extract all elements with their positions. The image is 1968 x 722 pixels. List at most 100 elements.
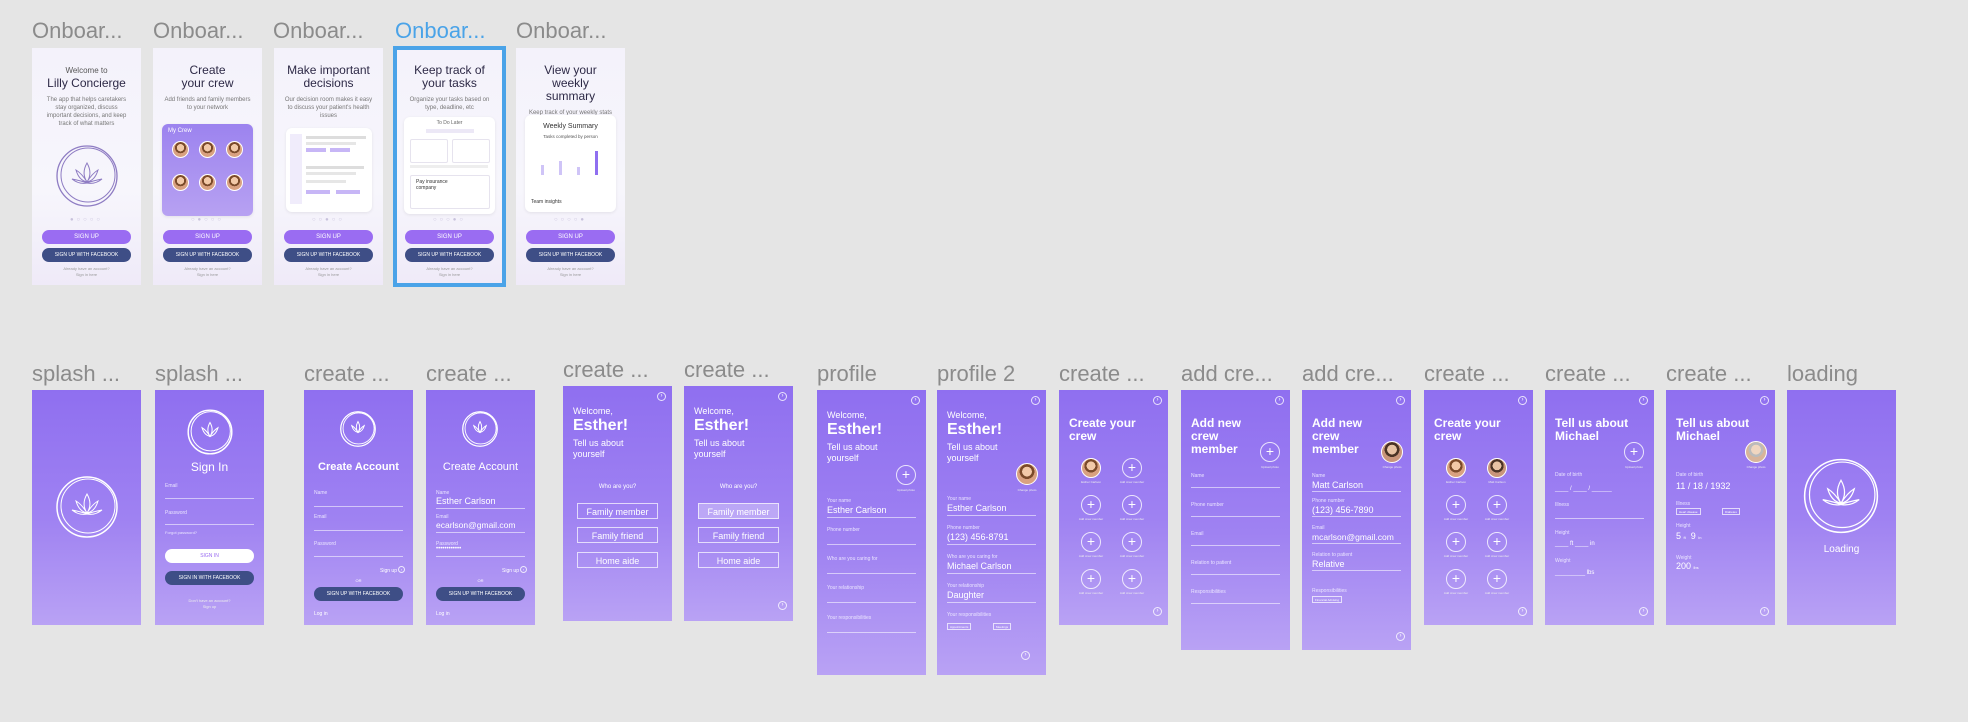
dob-field[interactable]: 11 / 18 / 1932: [1676, 481, 1730, 491]
patient-info-frame-2[interactable]: › Tell us about Michael Change photo Dat…: [1666, 390, 1775, 625]
caring-for-field[interactable]: [827, 573, 916, 574]
phone-field[interactable]: [827, 544, 916, 545]
add-crew-member-button[interactable]: +: [1122, 495, 1142, 515]
illness-chip[interactable]: Diabetes: [1722, 508, 1740, 515]
your-name-field[interactable]: Esther Carlson: [827, 505, 887, 515]
email-field[interactable]: [1191, 545, 1280, 546]
upload-photo-button[interactable]: +: [1260, 442, 1280, 462]
responsibility-chip[interactable]: Appointments: [947, 623, 972, 630]
signup-small-link[interactable]: Sign up: [502, 568, 519, 574]
add-crew-member-button[interactable]: +: [1081, 495, 1101, 515]
sign-in-link[interactable]: Sign in here: [516, 272, 625, 278]
your-name-field[interactable]: Esther Carlson: [947, 503, 1007, 513]
facebook-signup-button[interactable]: SIGN UP WITH FACEBOOK: [314, 587, 403, 601]
password-field[interactable]: [314, 556, 403, 557]
add-crew-member-button[interactable]: +: [1081, 532, 1101, 552]
password-field[interactable]: ••••••••••••: [436, 546, 461, 552]
frame-label-create-welcome-1[interactable]: create ...: [563, 357, 649, 383]
next-arrow-icon[interactable]: ›: [1275, 396, 1284, 405]
welcome-frame-2[interactable]: › Welcome, Esther! Tell us about yoursel…: [684, 386, 793, 621]
create-account-frame-2[interactable]: Create Account Name Esther Carlson Email…: [426, 390, 535, 625]
create-crew-frame-1[interactable]: › Create your crew Esther Carlson + Add …: [1059, 390, 1168, 625]
add-crew-member-button[interactable]: +: [1446, 569, 1466, 589]
onboarding-frame-1[interactable]: Welcome to Lilly Concierge The app that …: [32, 48, 141, 285]
name-field[interactable]: Matt Carlson: [1312, 480, 1363, 490]
signup-button[interactable]: SIGN UP: [42, 230, 131, 244]
frame-label-create-welcome-2[interactable]: create ...: [684, 357, 770, 383]
responsibilities-field[interactable]: [1191, 603, 1280, 604]
next-arrow-icon[interactable]: ›: [1639, 396, 1648, 405]
profile-photo[interactable]: [1016, 463, 1038, 485]
illness-field[interactable]: [1555, 518, 1644, 519]
name-field[interactable]: [314, 506, 403, 507]
facebook-signup-button[interactable]: SIGN UP WITH FACEBOOK: [284, 248, 373, 262]
add-crew-member-button[interactable]: +: [1446, 495, 1466, 515]
add-crew-frame-1[interactable]: › Add new crew member + Upload photo Nam…: [1181, 390, 1290, 650]
responsibility-chip[interactable]: Meetings: [993, 623, 1012, 630]
phone-field[interactable]: [1191, 516, 1280, 517]
frame-label-onboarding-1[interactable]: Onboar...: [32, 18, 123, 44]
frame-label-profile-2[interactable]: profile 2: [937, 361, 1015, 387]
relation-field[interactable]: [1191, 574, 1280, 575]
facebook-signup-button[interactable]: SIGN UP WITH FACEBOOK: [436, 587, 525, 601]
change-photo-label[interactable]: Change photo: [1377, 465, 1407, 469]
splash-frame-2[interactable]: Sign In Email Password Forgot password? …: [155, 390, 264, 625]
family-friend-option[interactable]: Family friend: [698, 527, 779, 543]
next-arrow-icon[interactable]: ›: [1396, 396, 1405, 405]
family-friend-option[interactable]: Family friend: [577, 527, 658, 543]
relationship-field[interactable]: Daughter: [947, 590, 984, 600]
signup-button[interactable]: SIGN UP: [163, 230, 252, 244]
facebook-signup-button[interactable]: SIGN UP WITH FACEBOOK: [526, 248, 615, 262]
add-crew-member-button[interactable]: +: [1081, 569, 1101, 589]
signup-button[interactable]: SIGN UP: [284, 230, 373, 244]
phone-field[interactable]: (123) 456-7890: [1312, 505, 1374, 515]
onboarding-frame-3[interactable]: Make important decisions Our decision ro…: [274, 48, 383, 285]
frame-label-onboarding-4[interactable]: Onboar...: [395, 18, 486, 44]
loading-frame[interactable]: Loading: [1787, 390, 1896, 625]
email-field[interactable]: mcarlson@gmail.com: [1312, 532, 1394, 542]
frame-label-create-michael-2[interactable]: create ...: [1666, 361, 1752, 387]
frame-label-onboarding-2[interactable]: Onboar...: [153, 18, 244, 44]
add-crew-member-button[interactable]: +: [1122, 569, 1142, 589]
create-crew-frame-2[interactable]: › Create your crew Esther Carlson Matt C…: [1424, 390, 1533, 625]
continue-arrow-icon[interactable]: ›: [1021, 651, 1030, 660]
frame-label-splash-1[interactable]: splash ...: [32, 361, 120, 387]
patient-info-frame-1[interactable]: › Tell us about Michael + Upload photo D…: [1545, 390, 1654, 625]
responsibility-chip[interactable]: Financial Advising: [1312, 596, 1343, 603]
onboarding-frame-5[interactable]: View your weekly summary Keep track of y…: [516, 48, 625, 285]
password-field[interactable]: [165, 524, 254, 525]
frame-label-profile[interactable]: profile: [817, 361, 877, 387]
frame-label-create-crew-1[interactable]: create ...: [1059, 361, 1145, 387]
continue-arrow-icon[interactable]: ›: [1396, 632, 1405, 641]
signup-link[interactable]: Sign up: [155, 604, 264, 610]
phone-field[interactable]: (123) 456-8791: [947, 532, 1009, 542]
next-arrow-icon[interactable]: ›: [1518, 396, 1527, 405]
height-field[interactable]: ____ ft ____ in: [1555, 541, 1595, 547]
facebook-signin-button[interactable]: SIGN IN WITH FACEBOOK: [165, 571, 254, 585]
frame-label-onboarding-5[interactable]: Onboar...: [516, 18, 607, 44]
sign-in-link[interactable]: Sign in here: [153, 272, 262, 278]
add-crew-member-button[interactable]: +: [1446, 532, 1466, 552]
facebook-signup-button[interactable]: SIGN UP WITH FACEBOOK: [163, 248, 252, 262]
weight-field[interactable]: 200 lbs: [1676, 561, 1699, 571]
illness-chip[interactable]: Heart disease: [1676, 508, 1701, 515]
create-account-frame-1[interactable]: Create Account Name Email Password Sign …: [304, 390, 413, 625]
welcome-frame-1[interactable]: › Welcome, Esther! Tell us about yoursel…: [563, 386, 672, 621]
upload-photo-button[interactable]: +: [896, 465, 916, 485]
name-field[interactable]: [1191, 487, 1280, 488]
crew-member-photo[interactable]: [1381, 441, 1403, 463]
splash-frame-1[interactable]: [32, 390, 141, 625]
profile-2-frame[interactable]: › Welcome, Esther! Tell us about yoursel…: [937, 390, 1046, 675]
continue-arrow-icon[interactable]: ›: [1760, 607, 1769, 616]
signup-small-link[interactable]: Sign up: [380, 568, 397, 574]
signin-button[interactable]: SIGN IN: [165, 549, 254, 563]
dob-field[interactable]: ____ / ____ / ______: [1555, 486, 1612, 492]
frame-label-add-crew-1[interactable]: add cre...: [1181, 361, 1273, 387]
responsibilities-field[interactable]: [827, 632, 916, 633]
signup-arrow-icon[interactable]: ›: [398, 566, 405, 573]
facebook-signup-button[interactable]: SIGN UP WITH FACEBOOK: [42, 248, 131, 262]
add-crew-member-button[interactable]: +: [1487, 569, 1507, 589]
change-photo-label[interactable]: Change photo: [1012, 488, 1042, 492]
home-aide-option[interactable]: Home aide: [698, 552, 779, 568]
next-arrow-icon[interactable]: ›: [1760, 396, 1769, 405]
